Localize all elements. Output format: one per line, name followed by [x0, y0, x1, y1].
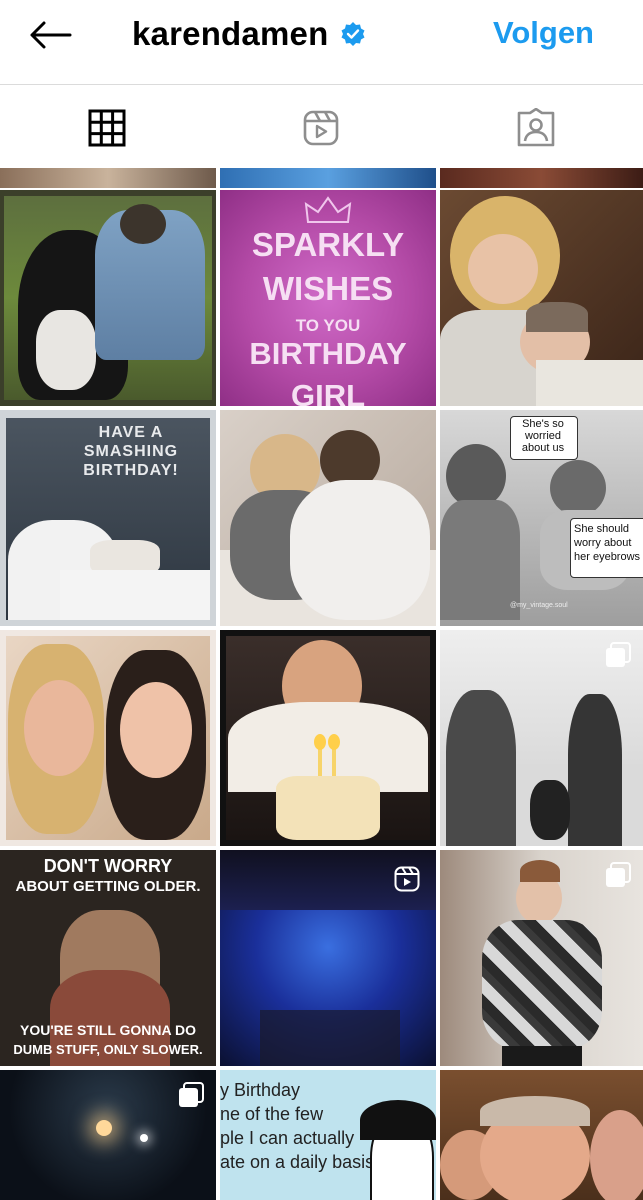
post-tile[interactable] — [220, 168, 436, 188]
verified-badge-icon — [341, 22, 365, 46]
post-tile-dont-worry-meme[interactable]: DON'T WORRY ABOUT GETTING OLDER. YOU'RE … — [0, 850, 216, 1066]
post-text: DUMB STUFF, ONLY SLOWER. — [13, 1042, 203, 1057]
post-tile[interactable] — [0, 168, 216, 188]
post-text: SMASHING — [83, 443, 179, 460]
tab-tagged[interactable] — [429, 85, 643, 171]
post-text: ABOUT GETTING OLDER. — [15, 878, 201, 895]
multiple-posts-icon — [179, 1082, 204, 1107]
crown-icon — [304, 196, 352, 223]
post-tile-birthday-cake[interactable] — [220, 630, 436, 846]
follow-button[interactable]: Volgen — [493, 15, 594, 51]
multiple-posts-icon — [606, 642, 631, 667]
grid-icon — [88, 109, 126, 147]
post-tile-kitchen[interactable] — [440, 630, 643, 846]
profile-header: karendamen Volgen — [0, 0, 643, 85]
post-text: TO YOU — [295, 316, 361, 335]
post-text: DON'T WORRY — [43, 856, 173, 876]
post-text: BIRTHDAY — [249, 336, 407, 371]
post-text: HAVE A — [98, 424, 164, 441]
post-tile-fur-coat[interactable] — [440, 850, 643, 1066]
reels-icon — [304, 110, 339, 146]
reels-icon — [394, 866, 420, 892]
watermark-text: @my_vintage.soul — [510, 602, 568, 609]
back-arrow-icon — [30, 21, 72, 49]
post-text: ne of the few — [220, 1104, 324, 1124]
profile-title: karendamen — [132, 12, 366, 56]
post-tile-sparkly-wishes[interactable]: SPARKLY WISHES TO YOU BIRTHDAY GIRL — [220, 190, 436, 406]
post-tile-dog-hug[interactable] — [0, 190, 216, 406]
post-tile-family-selfie[interactable] — [440, 1070, 643, 1200]
username: karendamen — [132, 15, 329, 52]
post-text: WISHES — [262, 270, 394, 307]
post-text: ple I can actually — [220, 1128, 355, 1148]
tab-reels[interactable] — [214, 85, 428, 171]
post-text: BIRTHDAY! — [83, 462, 179, 479]
profile-tabs — [0, 85, 643, 171]
tab-posts-grid[interactable] — [0, 85, 214, 171]
post-tile-night-lights[interactable] — [0, 1070, 216, 1200]
post-tile[interactable] — [440, 168, 643, 188]
post-tile-smashing-birthday[interactable]: HAVE A SMASHING BIRTHDAY! — [0, 410, 216, 626]
post-text: GIRL — [290, 378, 366, 406]
post-tile-concert-reel[interactable] — [220, 850, 436, 1066]
post-text: ate on a daily basis — [220, 1152, 375, 1172]
post-tile-selfie-kiss[interactable] — [0, 630, 216, 846]
post-text: SPARKLY — [251, 226, 405, 263]
speech-bubble-text: She should worry about her eyebrows — [574, 523, 641, 563]
post-tile-wine-selfie[interactable] — [440, 190, 643, 406]
post-text: YOU'RE STILL GONNA DO — [19, 1022, 196, 1038]
post-tile-vintage-meme[interactable]: She's so worried about us She should wor… — [440, 410, 643, 626]
back-button[interactable] — [24, 14, 76, 56]
posts-grid: SPARKLY WISHES TO YOU BIRTHDAY GIRL HAVE… — [0, 168, 643, 1200]
tagged-icon — [517, 108, 555, 147]
speech-bubble-text: She's so worried about us — [521, 418, 565, 454]
post-tile-birthday-text[interactable]: y Birthday ne of the few ple I can actua… — [220, 1070, 436, 1200]
post-text: y Birthday — [220, 1080, 301, 1100]
post-tile-couple-sleeping[interactable] — [220, 410, 436, 626]
multiple-posts-icon — [606, 862, 631, 887]
